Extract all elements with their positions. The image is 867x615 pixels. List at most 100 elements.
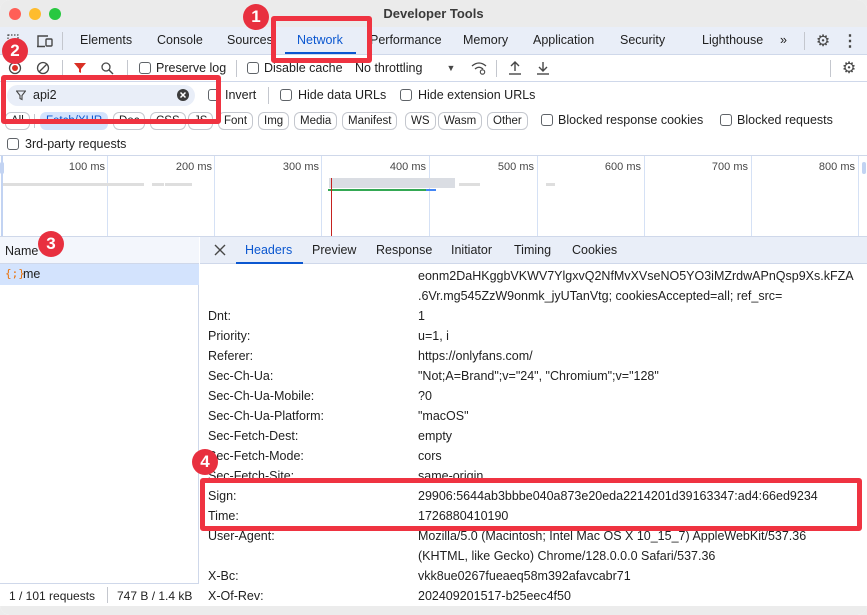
- name-column-header[interactable]: Name: [5, 244, 38, 258]
- header-key: Sec-Fetch-Mode:: [208, 449, 304, 463]
- header-value: u=1, i: [418, 329, 449, 343]
- overview-download-bar: [426, 189, 436, 191]
- chip-media[interactable]: Media: [294, 112, 338, 130]
- clear-icon[interactable]: [36, 61, 50, 75]
- tab-timing[interactable]: Timing: [514, 243, 551, 257]
- import-har-icon[interactable]: [507, 59, 523, 77]
- chip-wasm[interactable]: Wasm: [438, 112, 483, 130]
- overview-left-edge: [1, 156, 3, 236]
- tab-security[interactable]: Security: [620, 33, 665, 47]
- overview-request-bar: [152, 183, 164, 186]
- device-toolbar-icon[interactable]: [36, 33, 54, 49]
- header-value: 1: [418, 309, 425, 323]
- overview-request-bar: [546, 183, 555, 186]
- header-key: X-Bc:: [208, 569, 239, 583]
- tab-memory[interactable]: Memory: [463, 33, 508, 47]
- window-bottom-edge: [0, 606, 867, 615]
- preserve-log-checkbox[interactable]: [139, 62, 151, 74]
- tab-performance[interactable]: Performance: [370, 33, 442, 47]
- tab-console[interactable]: Console: [157, 33, 203, 47]
- tab-cookies[interactable]: Cookies: [572, 243, 617, 257]
- export-har-icon[interactable]: [535, 59, 551, 77]
- header-value-continuation: (KHTML, like Gecko) Chrome/128.0.0.0 Saf…: [418, 549, 716, 563]
- blocked-response-cookies-checkbox[interactable]: [541, 114, 553, 126]
- disable-cache-checkbox[interactable]: [247, 62, 259, 74]
- overview-request-bar: [3, 183, 144, 186]
- annotation-box-filter: [1, 75, 221, 124]
- header-value: https://onlyfans.com/: [418, 349, 533, 363]
- header-value: vkk8ue0267fueaeq58m392afavcabr71: [418, 569, 631, 583]
- header-key: X-Of-Rev:: [208, 589, 264, 603]
- close-details-icon[interactable]: [213, 243, 227, 257]
- more-tabs-button[interactable]: »: [780, 33, 787, 47]
- overview-load-event-marker: [331, 178, 332, 236]
- panel-tab-bar: Elements Console Sources Network Perform…: [0, 27, 867, 55]
- hide-extension-urls-label: Hide extension URLs: [418, 88, 536, 102]
- settings-gear-icon[interactable]: ⚙: [814, 32, 832, 50]
- window-title: Developer Tools: [383, 6, 484, 21]
- overview-request-bar: [165, 183, 192, 186]
- request-name: me: [23, 267, 41, 281]
- request-list-pane: Name {;} me 1 / 101 requests 747 B / 1.4…: [0, 237, 199, 615]
- header-key: Referer:: [208, 349, 254, 363]
- detail-tab-bar: Headers Preview Response Initiator Timin…: [200, 237, 867, 264]
- chip-manifest[interactable]: Manifest: [342, 112, 398, 130]
- tab-sources[interactable]: Sources: [227, 33, 273, 47]
- throttling-dropdown-icon[interactable]: ▼: [446, 62, 456, 74]
- network-status-bar: 1 / 101 requests 747 B / 1.4 kB: [0, 583, 199, 607]
- tab-elements[interactable]: Elements: [80, 33, 132, 47]
- request-row[interactable]: {;} me: [0, 264, 199, 285]
- header-key: Sec-Ch-Ua:: [208, 369, 274, 383]
- tab-headers[interactable]: Headers: [245, 243, 292, 257]
- annotation-box-sign-time: [200, 478, 862, 531]
- invert-label: Invert: [225, 88, 257, 102]
- tab-lighthouse[interactable]: Lighthouse: [702, 33, 763, 47]
- header-key: Dnt:: [208, 309, 231, 323]
- header-value: "macOS": [418, 409, 469, 423]
- tick-label: 600 ms: [604, 161, 641, 173]
- header-value: Mozilla/5.0 (Macintosh; Intel Mac OS X 1…: [418, 529, 807, 543]
- third-party-requests-checkbox[interactable]: [7, 138, 19, 150]
- tick-label: 100 ms: [68, 161, 105, 173]
- search-icon[interactable]: [100, 61, 114, 75]
- xhr-request-icon: {;}: [5, 267, 25, 280]
- annotation-badge-2: 2: [2, 38, 28, 64]
- hide-extension-urls-checkbox[interactable]: [400, 89, 412, 101]
- tick-label: 200 ms: [175, 161, 212, 173]
- throttling-select[interactable]: No throttling: [355, 61, 422, 75]
- header-value: cors: [418, 449, 442, 463]
- header-key: Sec-Fetch-Dest:: [208, 429, 299, 443]
- overview-waiting-bar: [328, 189, 426, 191]
- header-key: Sec-Ch-Ua-Platform:: [208, 409, 324, 423]
- chip-other[interactable]: Other: [487, 112, 528, 130]
- overview-right-handle[interactable]: [862, 162, 866, 174]
- header-value: empty: [418, 429, 453, 443]
- header-key: User-Agent:: [208, 529, 275, 543]
- tab-application[interactable]: Application: [533, 33, 594, 47]
- chip-font[interactable]: Font: [218, 112, 254, 130]
- devtools-window: Developer Tools Elements Console Sources…: [0, 0, 867, 615]
- cookie-value-continuation: .6Vr.mg545ZzW9onmk_jyUTanVtg; cookiesAcc…: [418, 289, 783, 303]
- chip-ws[interactable]: WS: [405, 112, 436, 130]
- filter-icon[interactable]: [73, 61, 87, 75]
- annotation-badge-4: 4: [192, 449, 218, 475]
- network-conditions-icon[interactable]: [470, 59, 488, 77]
- tab-response[interactable]: Response: [376, 243, 432, 257]
- network-settings-gear-icon[interactable]: ⚙: [840, 59, 858, 77]
- hide-data-urls-checkbox[interactable]: [280, 89, 292, 101]
- annotation-badge-3: 3: [38, 231, 64, 257]
- title-bar: Developer Tools: [0, 0, 867, 27]
- overview-request-bar: [459, 183, 480, 186]
- header-key: Sec-Ch-Ua-Mobile:: [208, 389, 315, 403]
- tab-preview[interactable]: Preview: [312, 243, 356, 257]
- header-value: "Not;A=Brand";v="24", "Chromium";v="128": [418, 369, 659, 383]
- request-details-pane: Headers Preview Response Initiator Timin…: [200, 237, 867, 615]
- tab-initiator[interactable]: Initiator: [451, 243, 492, 257]
- disable-cache-label: Disable cache: [264, 61, 343, 75]
- network-overview-timeline[interactable]: 100 ms 200 ms 300 ms 400 ms 500 ms 600 m…: [0, 155, 867, 237]
- chip-img[interactable]: Img: [258, 112, 290, 130]
- header-value: 202409201517-b25eec4f50: [418, 589, 571, 603]
- third-party-requests-label: 3rd-party requests: [25, 137, 127, 151]
- blocked-requests-checkbox[interactable]: [720, 114, 732, 126]
- more-options-kebab-icon[interactable]: ⋮: [842, 32, 858, 50]
